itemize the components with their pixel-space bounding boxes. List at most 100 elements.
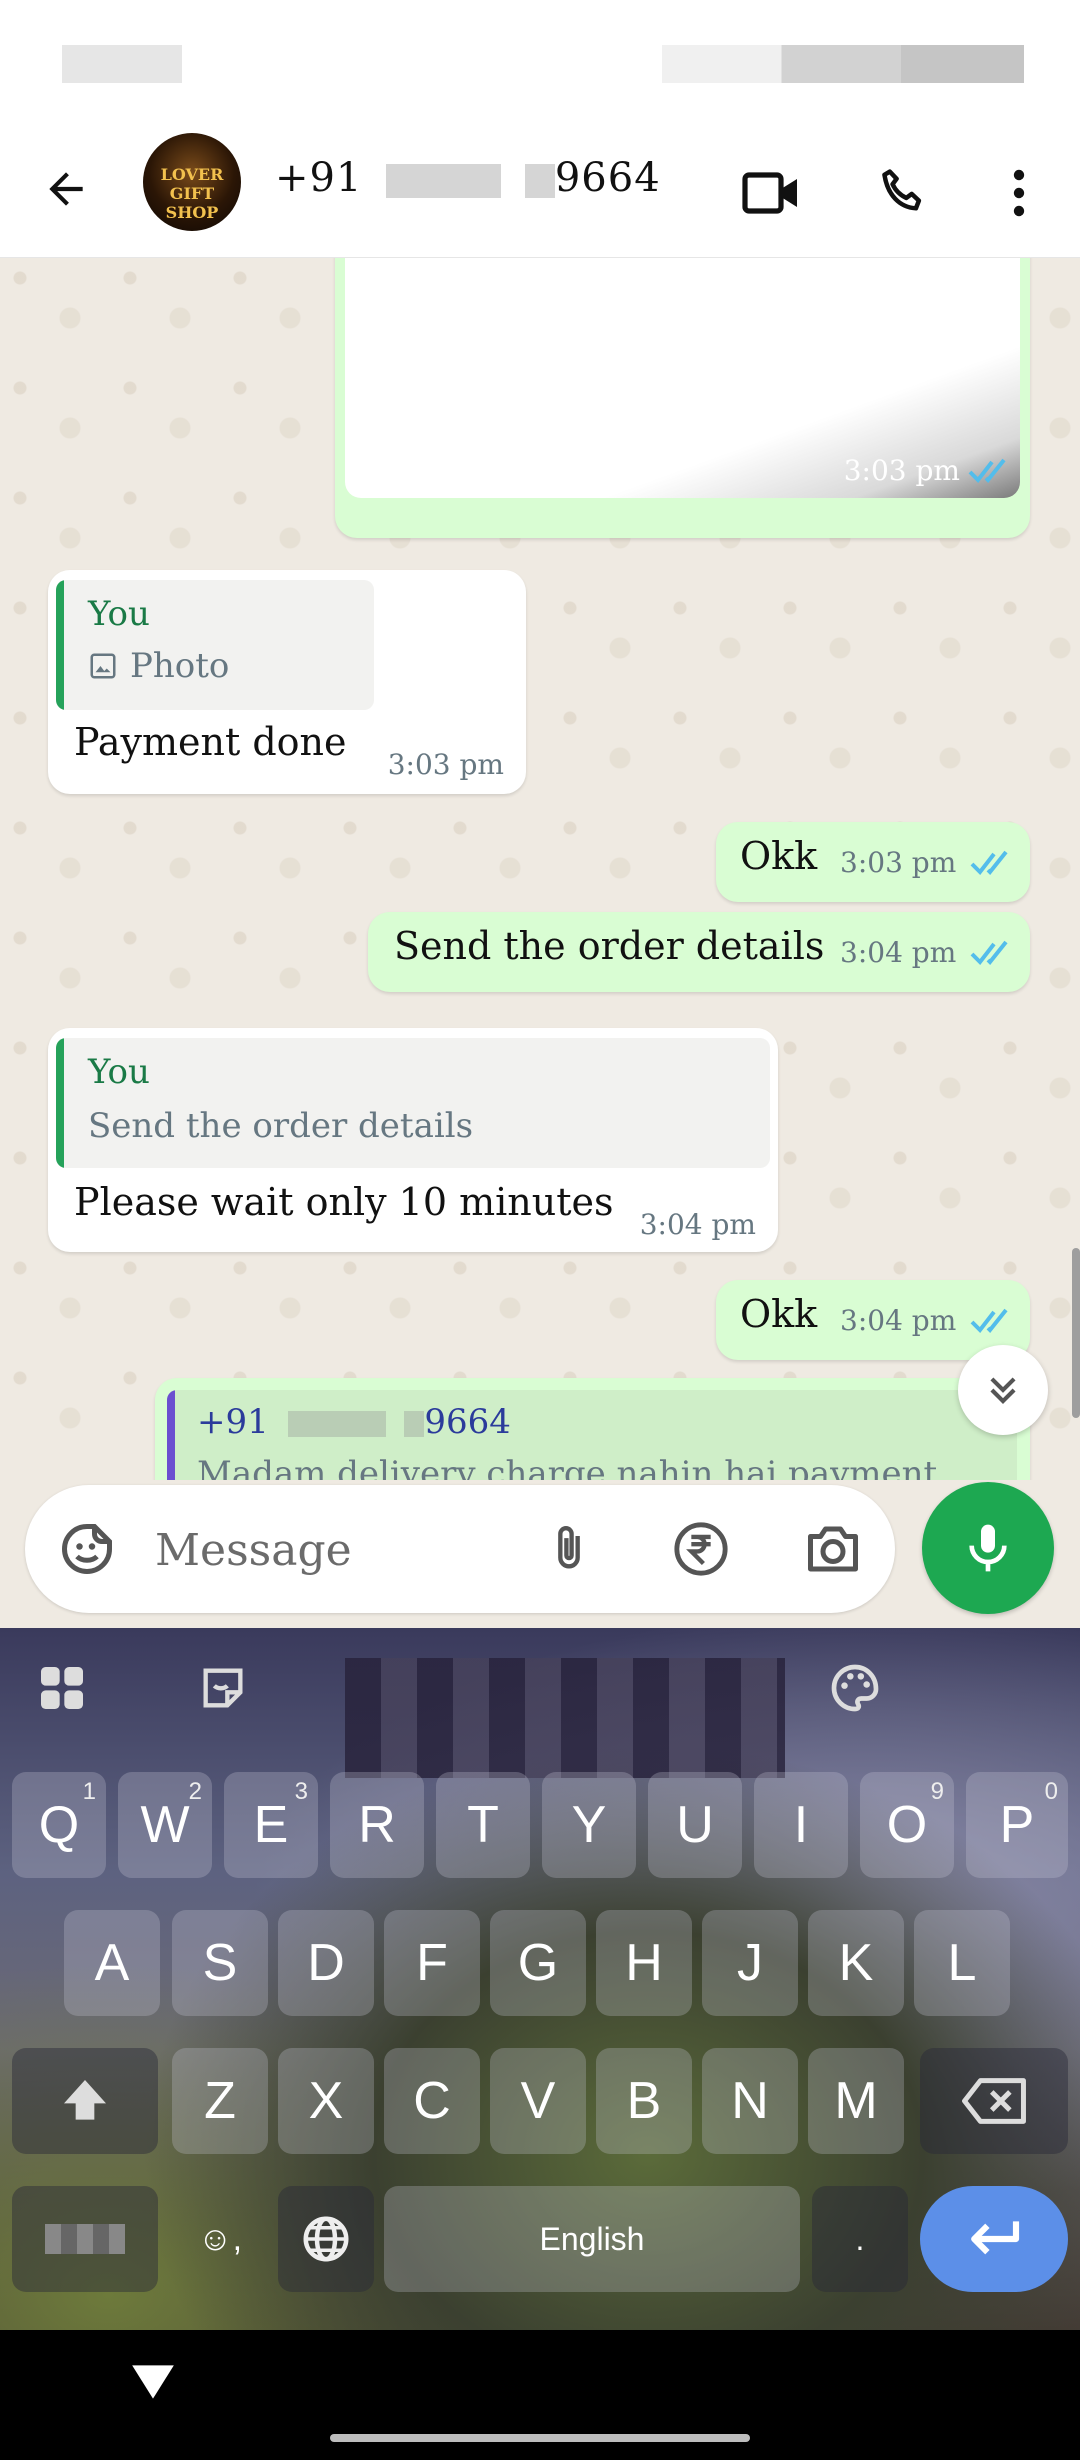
sticker-button[interactable] — [51, 1513, 123, 1585]
key-y[interactable]: Y — [542, 1772, 636, 1878]
payment-button[interactable] — [665, 1513, 737, 1585]
space-key[interactable]: English — [384, 2186, 800, 2292]
palette-icon — [831, 1664, 879, 1712]
quote-text: Send the order details — [88, 1106, 474, 1146]
key-label: S — [202, 1934, 238, 1992]
voice-message-button[interactable] — [922, 1482, 1054, 1614]
key-o[interactable]: O9 — [860, 1772, 954, 1878]
key-e[interactable]: E3 — [224, 1772, 318, 1878]
rupee-icon — [674, 1522, 728, 1576]
contact-name[interactable]: +91 9664 — [275, 155, 661, 201]
keyboard[interactable]: Q1 W2 E3 R T Y U I O9 P0 A S D F G H J K… — [0, 1628, 1080, 2330]
symbols-key[interactable] — [12, 2186, 158, 2292]
paperclip-icon — [558, 1526, 580, 1569]
back-button[interactable] — [30, 153, 102, 225]
key-label: K — [838, 1934, 874, 1992]
quote-text-label: Photo — [130, 646, 230, 686]
message-time: 3:04 pm — [639, 1208, 756, 1241]
space-label: English — [539, 2220, 645, 2257]
key-g[interactable]: G — [490, 1910, 586, 2016]
chat-area[interactable]: 3:03 pm You Photo Payment done 3:03 pm O… — [0, 258, 1080, 1628]
voice-call-button[interactable] — [866, 157, 938, 229]
key-hint: 3 — [294, 1778, 308, 1805]
image-message[interactable]: 3:03 pm — [335, 258, 1030, 538]
key-a[interactable]: A — [64, 1910, 160, 2016]
key-label: O — [886, 1796, 928, 1854]
more-options-button[interactable] — [983, 157, 1055, 229]
arrow-left-icon — [49, 172, 83, 206]
quoted-message[interactable]: You Send the order details — [56, 1038, 770, 1168]
apps-grid-button[interactable] — [32, 1658, 92, 1718]
key-v[interactable]: V — [490, 2048, 586, 2154]
camera-button[interactable] — [797, 1513, 869, 1585]
key-label: U — [676, 1796, 714, 1854]
key-label: C — [413, 2072, 451, 2130]
key-hint: 2 — [188, 1778, 202, 1805]
shift-key[interactable] — [12, 2048, 158, 2154]
key-n[interactable]: N — [702, 2048, 798, 2154]
nav-back-button[interactable] — [128, 2360, 178, 2408]
key-u[interactable]: U — [648, 1772, 742, 1878]
key-label: L — [947, 1934, 977, 1992]
quoted-message[interactable]: You Photo — [56, 580, 374, 710]
key-m[interactable]: M — [808, 2048, 904, 2154]
attach-button[interactable] — [533, 1513, 605, 1585]
key-q[interactable]: Q1 — [12, 1772, 106, 1878]
key-label: V — [520, 2072, 556, 2130]
outgoing-message[interactable]: Send the order details 3:04 pm — [368, 912, 1030, 992]
key-label: E — [253, 1796, 289, 1854]
incoming-message[interactable]: You Photo Payment done 3:03 pm — [48, 570, 526, 794]
scroll-to-bottom-button[interactable] — [958, 1345, 1048, 1435]
redacted-number — [287, 1411, 386, 1437]
language-key[interactable] — [278, 2186, 374, 2292]
key-r[interactable]: R — [330, 1772, 424, 1878]
key-t[interactable]: T — [436, 1772, 530, 1878]
key-j[interactable]: J — [702, 1910, 798, 2016]
key-hint: 9 — [930, 1778, 944, 1805]
key-d[interactable]: D — [278, 1910, 374, 2016]
key-z[interactable]: Z — [172, 2048, 268, 2154]
key-h[interactable]: H — [596, 1910, 692, 2016]
message-time: 3:03 pm — [843, 454, 960, 487]
double-check-icon — [970, 850, 1008, 876]
key-label: G — [517, 1934, 559, 1992]
contact-prefix: +91 — [275, 155, 363, 201]
incoming-message[interactable]: You Send the order details Please wait o… — [48, 1028, 778, 1252]
redacted-number — [524, 164, 555, 198]
theme-button[interactable] — [825, 1658, 885, 1718]
quote-author: +91 9664 — [197, 1402, 511, 1442]
key-w[interactable]: W2 — [118, 1772, 212, 1878]
message-text: Okk — [740, 1292, 818, 1336]
message-input[interactable] — [153, 1507, 527, 1593]
sticker-keyboard-button[interactable] — [193, 1658, 253, 1718]
redacted-toolbar-area — [345, 1658, 785, 1778]
globe-icon — [303, 2216, 349, 2262]
key-f[interactable]: F — [384, 1910, 480, 2016]
outgoing-message[interactable]: Okk 3:04 pm — [716, 1280, 1030, 1360]
enter-key[interactable] — [920, 2186, 1068, 2292]
outgoing-message[interactable]: Okk 3:03 pm — [716, 822, 1030, 902]
period-key[interactable]: . — [812, 2186, 908, 2292]
video-call-button[interactable] — [735, 157, 807, 229]
scrollbar-thumb[interactable] — [1072, 1248, 1080, 1418]
quote-bar — [56, 1038, 64, 1168]
phone-icon — [882, 169, 922, 211]
key-s[interactable]: S — [172, 1910, 268, 2016]
quote-author: You — [88, 594, 150, 634]
home-gesture-pill[interactable] — [330, 2434, 750, 2442]
emoji-comma-key[interactable]: ☺, — [172, 2186, 268, 2292]
key-k[interactable]: K — [808, 1910, 904, 2016]
key-label: N — [731, 2072, 769, 2130]
key-label: B — [626, 2072, 662, 2130]
avatar[interactable]: LOVER GIFT SHOP — [143, 133, 241, 231]
key-c[interactable]: C — [384, 2048, 480, 2154]
key-b[interactable]: B — [596, 2048, 692, 2154]
key-i[interactable]: I — [754, 1772, 848, 1878]
key-label: Y — [571, 1796, 607, 1854]
backspace-key[interactable] — [920, 2048, 1068, 2154]
camera-icon — [808, 1526, 858, 1572]
key-x[interactable]: X — [278, 2048, 374, 2154]
contact-suffix: 9664 — [554, 155, 661, 201]
key-p[interactable]: P0 — [966, 1772, 1068, 1878]
key-l[interactable]: L — [914, 1910, 1010, 2016]
